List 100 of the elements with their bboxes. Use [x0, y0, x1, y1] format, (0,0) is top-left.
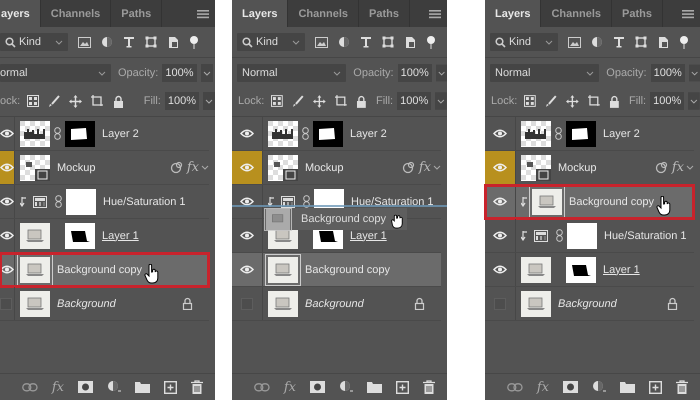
layer-row[interactable]: Background copy: [0, 253, 209, 287]
filter-toggle-icon[interactable]: [679, 35, 689, 49]
dragged-layer[interactable]: Background copy: [265, 208, 407, 230]
layer-row[interactable]: Layer 2: [232, 117, 441, 151]
opacity-field[interactable]: 100%: [162, 64, 196, 82]
eye-icon[interactable]: [0, 231, 14, 240]
layer-row[interactable]: Background: [0, 287, 209, 321]
eye-icon[interactable]: [493, 231, 507, 240]
eye-icon[interactable]: [0, 265, 14, 274]
artboard-icon[interactable]: [588, 95, 600, 107]
artboard-icon[interactable]: [91, 95, 104, 107]
link-icon[interactable]: [254, 382, 270, 392]
layer-row[interactable]: Hue/Saturation 1: [0, 185, 209, 219]
chevron-icon[interactable]: [686, 165, 694, 170]
move-icon[interactable]: [69, 94, 82, 108]
shape-filter-icon[interactable]: [635, 36, 647, 48]
effects-label[interactable]: fx: [186, 160, 199, 175]
eye-icon[interactable]: [493, 265, 507, 274]
eye-icon[interactable]: [240, 197, 254, 206]
folder-icon[interactable]: [135, 381, 150, 393]
effects-label[interactable]: fx: [418, 160, 431, 175]
smart-object-filter-icon[interactable]: [657, 36, 669, 48]
blend-mode-dropdown[interactable]: Normal: [490, 64, 600, 82]
brush-icon[interactable]: [545, 94, 557, 108]
layer-row[interactable]: Mockup fx: [0, 151, 209, 185]
filter-toggle-icon[interactable]: [189, 35, 199, 49]
chevron-icon[interactable]: [203, 92, 215, 110]
folder-icon[interactable]: [620, 381, 635, 393]
layer-row[interactable]: Layer 1: [485, 253, 694, 287]
layer-row[interactable]: Layer 2: [485, 117, 694, 151]
lock-icon[interactable]: [113, 94, 124, 108]
effects-button[interactable]: fx: [284, 380, 296, 394]
shape-filter-icon[interactable]: [145, 36, 157, 48]
lock-transparency-icon[interactable]: [271, 95, 284, 107]
chevron-icon[interactable]: [436, 64, 447, 82]
filter-toggle-icon[interactable]: [426, 35, 436, 49]
chevron-icon[interactable]: [435, 92, 447, 110]
layer-row[interactable]: Background: [485, 287, 694, 321]
menu-icon[interactable]: [197, 8, 209, 18]
smart-object-filter-icon[interactable]: [167, 36, 179, 48]
lock-transparency-icon[interactable]: [27, 95, 40, 107]
eye-icon[interactable]: [0, 197, 14, 206]
mask-icon[interactable]: [310, 381, 325, 393]
chevron-icon[interactable]: [200, 64, 212, 82]
mask-icon[interactable]: [78, 381, 93, 393]
menu-icon[interactable]: [429, 8, 441, 18]
fill-field[interactable]: 100%: [164, 92, 199, 110]
brush-icon[interactable]: [292, 94, 304, 108]
filter-dropdown[interactable]: Kind: [237, 33, 305, 51]
eye-icon[interactable]: [0, 129, 14, 138]
move-icon[interactable]: [312, 94, 326, 108]
layer-row[interactable]: Mockup fx: [232, 151, 441, 185]
effects-button[interactable]: fx: [536, 380, 549, 394]
folder-icon[interactable]: [367, 381, 382, 393]
eye-icon[interactable]: [493, 197, 507, 206]
eye-icon[interactable]: [240, 231, 254, 240]
opacity-field[interactable]: 100%: [650, 64, 685, 82]
menu-icon[interactable]: [682, 8, 694, 18]
panel-tab[interactable]: Layers: [485, 0, 542, 27]
layer-row[interactable]: Background: [232, 287, 441, 321]
lock-icon[interactable]: [356, 94, 367, 108]
fill-field[interactable]: 100%: [650, 92, 684, 110]
effects-button[interactable]: fx: [52, 380, 64, 394]
chevron-icon[interactable]: [201, 165, 209, 170]
type-filter-icon[interactable]: [123, 36, 135, 48]
layer-row[interactable]: Background copy: [232, 253, 441, 287]
adjustment-filter-icon[interactable]: [101, 36, 113, 48]
filter-dropdown[interactable]: Kind: [0, 33, 68, 51]
adjustment-icon[interactable]: [339, 380, 353, 394]
new-layer-icon[interactable]: [396, 380, 409, 394]
new-layer-icon[interactable]: [164, 380, 177, 394]
trash-icon[interactable]: [676, 380, 688, 394]
new-layer-icon[interactable]: [649, 380, 662, 394]
eye-icon[interactable]: [240, 265, 254, 274]
image-filter-icon[interactable]: [568, 36, 581, 48]
layer-row[interactable]: Layer 2: [0, 117, 209, 151]
lock-transparency-icon[interactable]: [524, 95, 536, 107]
adjustment-filter-icon[interactable]: [591, 36, 603, 48]
adjustment-filter-icon[interactable]: [338, 36, 350, 48]
blend-mode-dropdown[interactable]: Normal: [237, 64, 346, 82]
fill-field[interactable]: 100%: [397, 92, 432, 110]
layer-row[interactable]: Hue/Saturation 1: [485, 219, 694, 253]
link-icon[interactable]: [22, 382, 38, 392]
mask-icon[interactable]: [563, 381, 578, 393]
shape-filter-icon[interactable]: [382, 36, 394, 48]
panel-tab[interactable]: Layers: [232, 0, 288, 27]
brush-icon[interactable]: [48, 94, 60, 108]
trash-icon[interactable]: [191, 380, 203, 394]
lock-icon[interactable]: [609, 94, 620, 108]
blend-mode-dropdown[interactable]: ormal: [0, 64, 111, 82]
trash-icon[interactable]: [423, 380, 435, 394]
type-filter-icon[interactable]: [613, 36, 625, 48]
adjustment-icon[interactable]: [107, 380, 121, 394]
effects-label[interactable]: fx: [672, 160, 684, 175]
chevron-icon[interactable]: [688, 92, 700, 110]
type-filter-icon[interactable]: [360, 36, 372, 48]
layer-row[interactable]: Background copy: [485, 185, 694, 219]
smart-object-filter-icon[interactable]: [404, 36, 416, 48]
link-icon[interactable]: [506, 382, 523, 392]
eye-icon[interactable]: [240, 129, 254, 138]
